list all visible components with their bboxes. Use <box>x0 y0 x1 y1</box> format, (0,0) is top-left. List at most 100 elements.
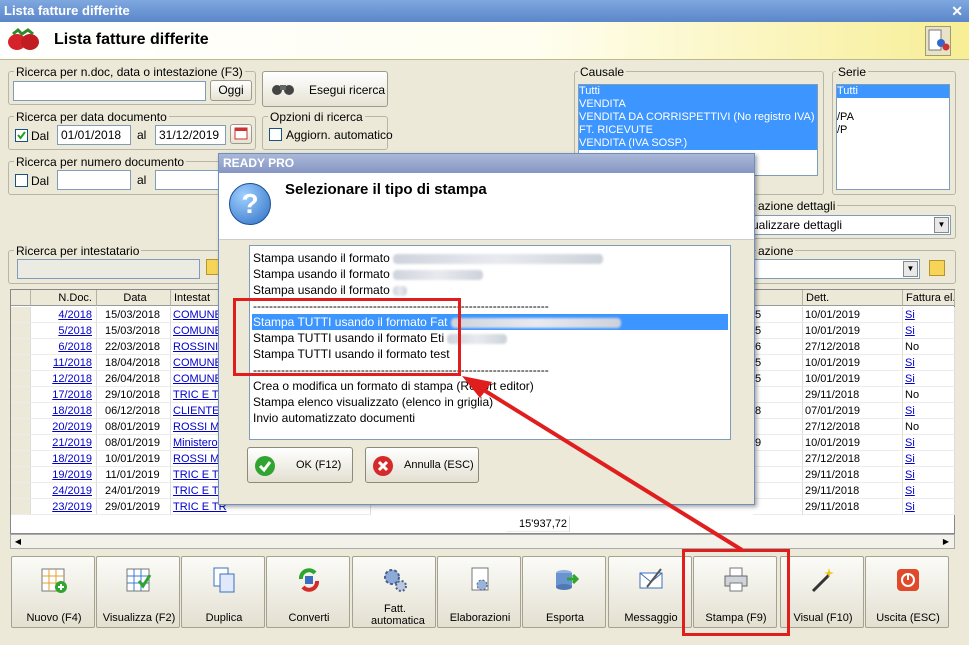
row-gutter[interactable] <box>11 371 31 387</box>
date-to-input[interactable]: 31/12/2019 <box>155 125 226 145</box>
chevron-down-icon[interactable]: ▼ <box>934 217 949 233</box>
print-option[interactable]: Stampa usando il formato <box>252 282 728 298</box>
toolbar-button-new-grid[interactable]: Nuovo (F4) <box>11 556 95 628</box>
row-gutter[interactable] <box>11 467 31 483</box>
number-to-input[interactable] <box>155 170 226 190</box>
table-cell-ndoc[interactable]: 21/2019 <box>31 435 97 451</box>
serie-item[interactable]: /PA <box>837 111 949 124</box>
grid-header-fel[interactable]: Fattura el. <box>903 290 955 306</box>
table-cell-dett: 27/12/2018 <box>803 339 903 355</box>
row-gutter[interactable] <box>11 355 31 371</box>
toolbar-button-convert[interactable]: Converti <box>266 556 350 628</box>
table-cell-ndoc[interactable]: 12/2018 <box>31 371 97 387</box>
doc-search-input[interactable] <box>13 81 206 101</box>
table-cell-ndoc[interactable]: 24/2019 <box>31 483 97 499</box>
table-cell-ndoc[interactable]: 17/2018 <box>31 387 97 403</box>
grid-header-dett[interactable]: Dett. <box>803 290 903 306</box>
row-gutter[interactable] <box>11 339 31 355</box>
table-cell-ndoc[interactable]: 19/2019 <box>31 467 97 483</box>
row-gutter[interactable] <box>11 403 31 419</box>
toolbar-button-message[interactable]: Messaggio <box>608 556 692 628</box>
toolbar-button-duplicate[interactable]: Duplica <box>181 556 265 628</box>
print-option[interactable]: Crea o modifica un formato di stampa (Re… <box>252 378 728 394</box>
cancel-button[interactable]: Annulla (ESC) <box>365 447 479 483</box>
folder-icon[interactable] <box>929 260 945 276</box>
auto-update-checkbox[interactable] <box>269 128 282 141</box>
causale-item[interactable]: VENDITA <box>579 98 817 111</box>
table-cell-ndoc[interactable]: 4/2018 <box>31 307 97 323</box>
details2-select[interactable]: ▼ <box>748 259 920 279</box>
duplicate-icon <box>210 565 238 595</box>
row-gutter[interactable] <box>11 435 31 451</box>
toolbar-button-gears[interactable]: Fatt. automatica <box>352 556 436 628</box>
print-option[interactable]: Stampa elenco visualizzato (elenco in gr… <box>252 394 728 410</box>
table-cell-fel[interactable]: Si <box>903 499 955 515</box>
toolbar-button-export[interactable]: Esporta <box>522 556 606 628</box>
toolbar-button-printer[interactable]: Stampa (F9) <box>693 556 777 628</box>
serie-item[interactable]: /P <box>837 124 949 137</box>
row-gutter[interactable] <box>11 483 31 499</box>
row-gutter[interactable] <box>11 419 31 435</box>
date-from-input[interactable]: 01/01/2018 <box>57 125 131 145</box>
table-cell-ndoc[interactable]: 5/2018 <box>31 323 97 339</box>
causale-item[interactable]: VENDITA (IVA SOSP.) <box>579 137 817 150</box>
grid-header-ndoc[interactable]: N.Doc. <box>31 290 97 306</box>
serie-item[interactable] <box>837 98 949 111</box>
row-gutter[interactable] <box>11 323 31 339</box>
table-cell-fel[interactable]: Si <box>903 323 955 339</box>
table-cell-fel[interactable]: Si <box>903 403 955 419</box>
ok-button[interactable]: OK (F12) <box>247 447 353 483</box>
scroll-right-icon[interactable]: ▶ <box>940 536 952 547</box>
date-dal-checkbox[interactable] <box>15 129 28 142</box>
table-cell-data: 15/03/2018 <box>97 307 171 323</box>
serie-item[interactable]: Tutti <box>837 85 949 98</box>
causale-item[interactable]: FT. RICEVUTE <box>579 124 817 137</box>
print-option[interactable]: Stampa TUTTI usando il formato Fat <box>252 314 728 330</box>
scroll-left-icon[interactable]: ◀ <box>12 536 24 547</box>
table-cell-fel[interactable]: Si <box>903 483 955 499</box>
toolbar-button-power[interactable]: Uscita (ESC) <box>865 556 949 628</box>
number-from-input[interactable] <box>57 170 131 190</box>
row-gutter[interactable] <box>11 307 31 323</box>
close-icon[interactable]: ✕ <box>951 0 963 22</box>
table-cell-ndoc[interactable]: 20/2019 <box>31 419 97 435</box>
intestatario-input[interactable] <box>17 259 200 279</box>
table-cell-fel[interactable]: Si <box>903 467 955 483</box>
users-book-icon[interactable] <box>925 26 951 56</box>
print-options-list[interactable]: Stampa usando il formato Stampa usando il… <box>249 245 731 440</box>
row-gutter[interactable] <box>11 451 31 467</box>
table-cell-ndoc[interactable]: 23/2019 <box>31 499 97 515</box>
print-option[interactable]: Stampa usando il formato <box>252 250 728 266</box>
table-cell-fel[interactable]: Si <box>903 435 955 451</box>
row-gutter[interactable] <box>11 499 31 515</box>
toolbar-button-processing[interactable]: Elaborazioni <box>437 556 521 628</box>
table-cell-ndoc[interactable]: 11/2018 <box>31 355 97 371</box>
serie-list[interactable]: Tutti /PA /P <box>836 84 950 190</box>
grid-header-data[interactable]: Data <box>97 290 171 306</box>
number-dal-checkbox[interactable] <box>15 174 28 187</box>
table-cell-dett: 10/01/2019 <box>803 435 903 451</box>
table-cell-fel[interactable]: Si <box>903 307 955 323</box>
calendar-button[interactable] <box>230 124 252 144</box>
chevron-down-icon[interactable]: ▼ <box>903 261 918 277</box>
execute-search-button[interactable]: Esegui ricerca <box>262 71 388 107</box>
details-select[interactable]: ualizzare dettagli ▼ <box>748 215 951 235</box>
print-option[interactable]: Stampa TUTTI usando il formato test <box>252 346 728 362</box>
horizontal-scrollbar[interactable]: ◀ ▶ <box>10 534 955 549</box>
table-cell-ndoc[interactable]: 6/2018 <box>31 339 97 355</box>
causale-item[interactable]: Tutti <box>579 85 817 98</box>
table-cell-fel[interactable]: Si <box>903 371 955 387</box>
print-option[interactable]: Stampa TUTTI usando il formato Eti <box>252 330 728 346</box>
row-gutter[interactable] <box>11 387 31 403</box>
oggi-button[interactable]: Oggi <box>210 80 252 101</box>
print-option[interactable]: Invio automatizzato documenti <box>252 410 728 426</box>
table-cell-fel[interactable]: Si <box>903 451 955 467</box>
print-option[interactable]: Stampa usando il formato <box>252 266 728 282</box>
table-cell-data: 11/01/2019 <box>97 467 171 483</box>
toolbar-button-magic-wand[interactable]: Visual (F10) <box>780 556 864 628</box>
table-cell-ndoc[interactable]: 18/2019 <box>31 451 97 467</box>
table-cell-fel[interactable]: Si <box>903 355 955 371</box>
causale-item[interactable]: VENDITA DA CORRISPETTIVI (No registro IV… <box>579 111 817 124</box>
toolbar-button-view-grid[interactable]: Visualizza (F2) <box>96 556 180 628</box>
table-cell-ndoc[interactable]: 18/2018 <box>31 403 97 419</box>
